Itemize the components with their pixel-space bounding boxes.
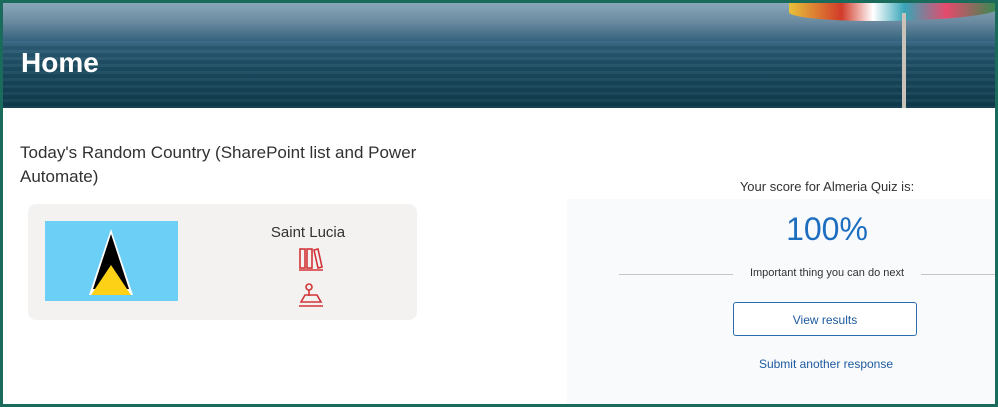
saint-lucia-flag — [45, 221, 178, 301]
divider-right — [921, 274, 995, 275]
page-frame: Home Today's Random Country (SharePoint … — [0, 0, 998, 407]
country-name: Saint Lucia — [270, 224, 346, 241]
beach-umbrella-image — [789, 3, 995, 21]
books-icon[interactable] — [298, 246, 324, 277]
score-value: 100% — [786, 211, 868, 247]
country-card[interactable]: Saint Lucia — [28, 204, 417, 320]
horizon-line — [3, 41, 995, 43]
score-label: Your score for Almeria Quiz is: — [739, 179, 915, 194]
sea-background — [3, 43, 995, 108]
next-action-label: Important thing you can do next — [749, 267, 905, 279]
hero-banner: Home — [3, 3, 995, 108]
submit-another-response-link[interactable]: Submit another response — [733, 357, 919, 371]
flag-graphic — [45, 221, 178, 301]
umbrella-pole — [902, 13, 906, 108]
map-pin-icon[interactable] — [298, 282, 324, 313]
section-title: Today's Random Country (SharePoint list … — [20, 143, 417, 186]
view-results-button[interactable]: View results — [733, 302, 917, 336]
divider-left — [619, 274, 733, 275]
page-title: Home — [21, 47, 99, 78]
